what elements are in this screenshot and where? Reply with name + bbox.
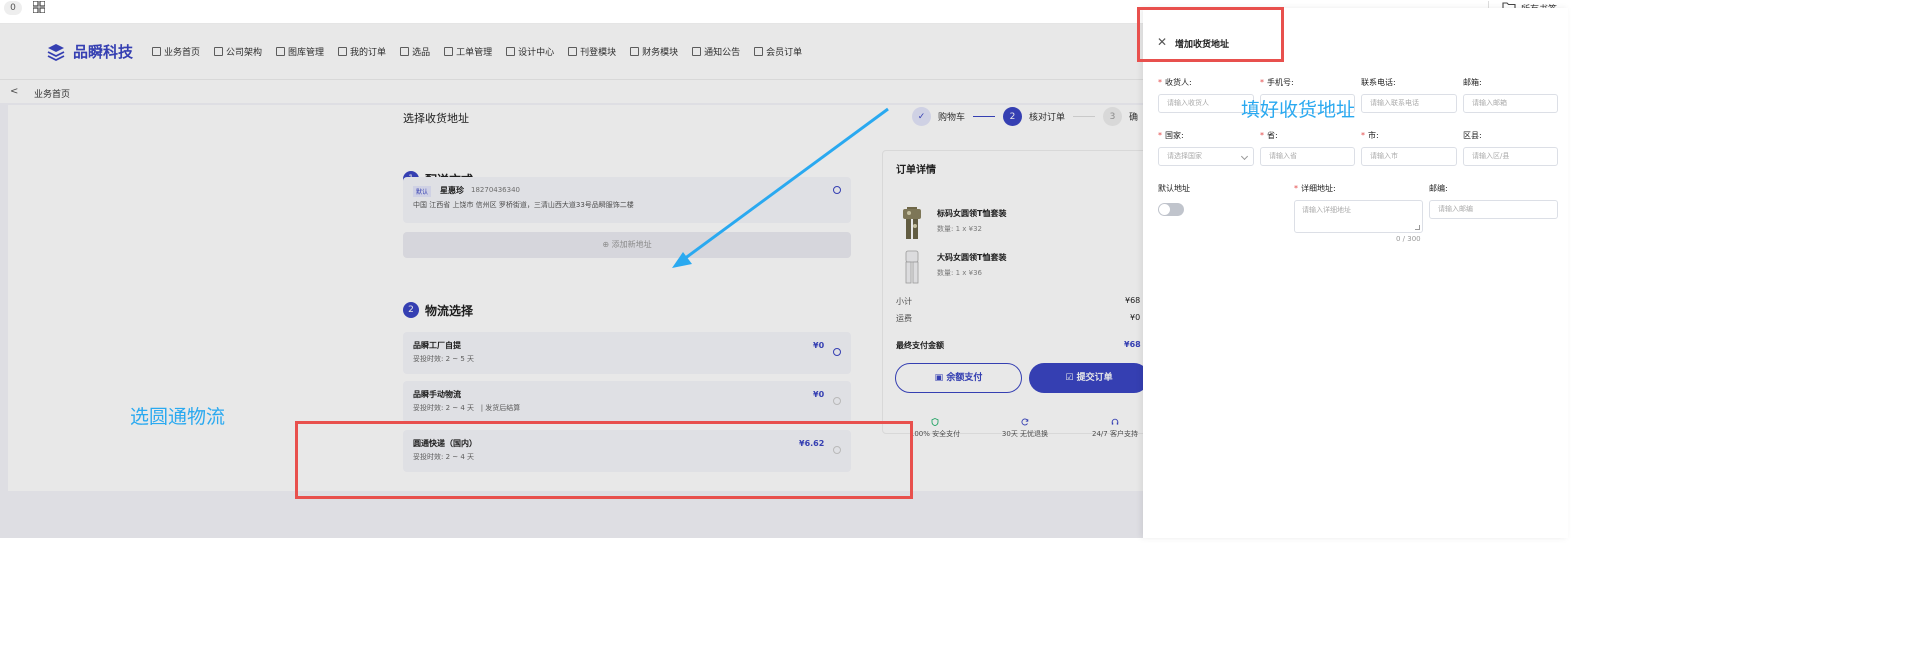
annotation-arrow-icon	[672, 107, 889, 268]
